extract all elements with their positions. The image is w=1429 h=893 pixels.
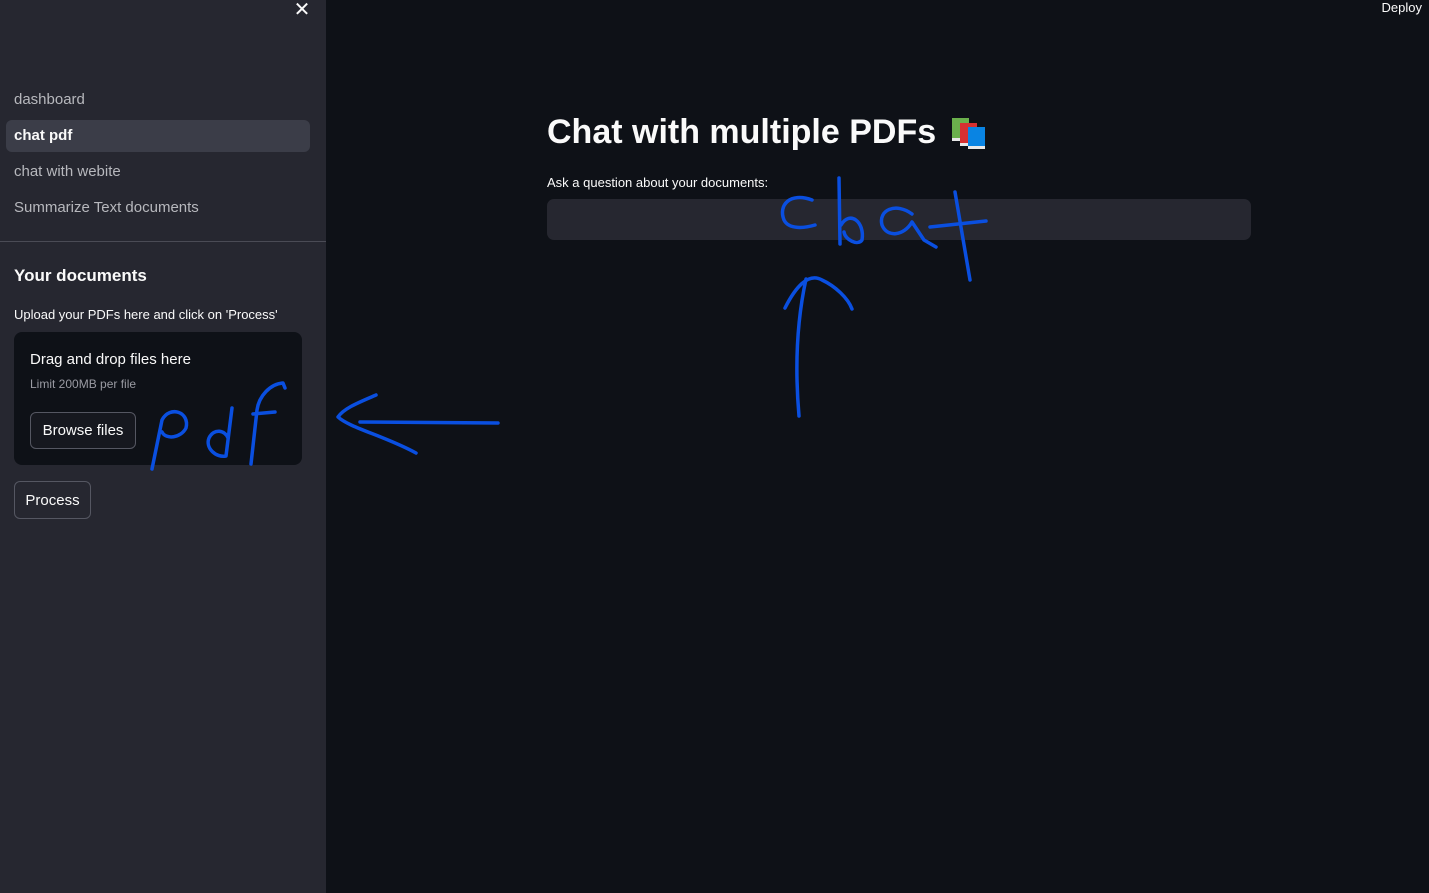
deploy-button[interactable]: Deploy: [1382, 0, 1422, 15]
upload-caption: Upload your PDFs here and click on 'Proc…: [14, 307, 278, 322]
sidebar-item-chat-with-webite[interactable]: chat with webite: [6, 156, 310, 188]
sidebar-item-chat-pdf[interactable]: chat pdf: [6, 120, 310, 152]
dropzone-title: Drag and drop files here: [30, 351, 191, 368]
page-title: Chat with multiple PDFs: [547, 113, 988, 152]
sidebar-nav: dashboard chat pdf chat with webite Summ…: [6, 84, 310, 228]
question-input[interactable]: [547, 199, 1251, 240]
app: ✕ dashboard chat pdf chat with webite Su…: [0, 0, 1429, 893]
page-title-text: Chat with multiple PDFs: [547, 113, 937, 151]
left-arrow-annotation: [336, 393, 500, 455]
sidebar-item-summarize-text-documents[interactable]: Summarize Text documents: [6, 192, 310, 224]
sidebar-item-dashboard[interactable]: dashboard: [6, 84, 310, 116]
sidebar: ✕ dashboard chat pdf chat with webite Su…: [0, 0, 326, 893]
up-arrow-annotation: [783, 276, 854, 418]
question-label: Ask a question about your documents:: [547, 175, 769, 190]
process-button[interactable]: Process: [14, 481, 91, 519]
file-uploader-dropzone[interactable]: Drag and drop files here Limit 200MB per…: [14, 332, 302, 465]
books-icon: [952, 117, 986, 149]
sidebar-heading: Your documents: [14, 266, 147, 285]
sidebar-divider: [0, 241, 326, 242]
browse-files-button[interactable]: Browse files: [30, 412, 136, 449]
close-icon[interactable]: ✕: [290, 0, 314, 22]
dropzone-limit: Limit 200MB per file: [30, 377, 137, 391]
